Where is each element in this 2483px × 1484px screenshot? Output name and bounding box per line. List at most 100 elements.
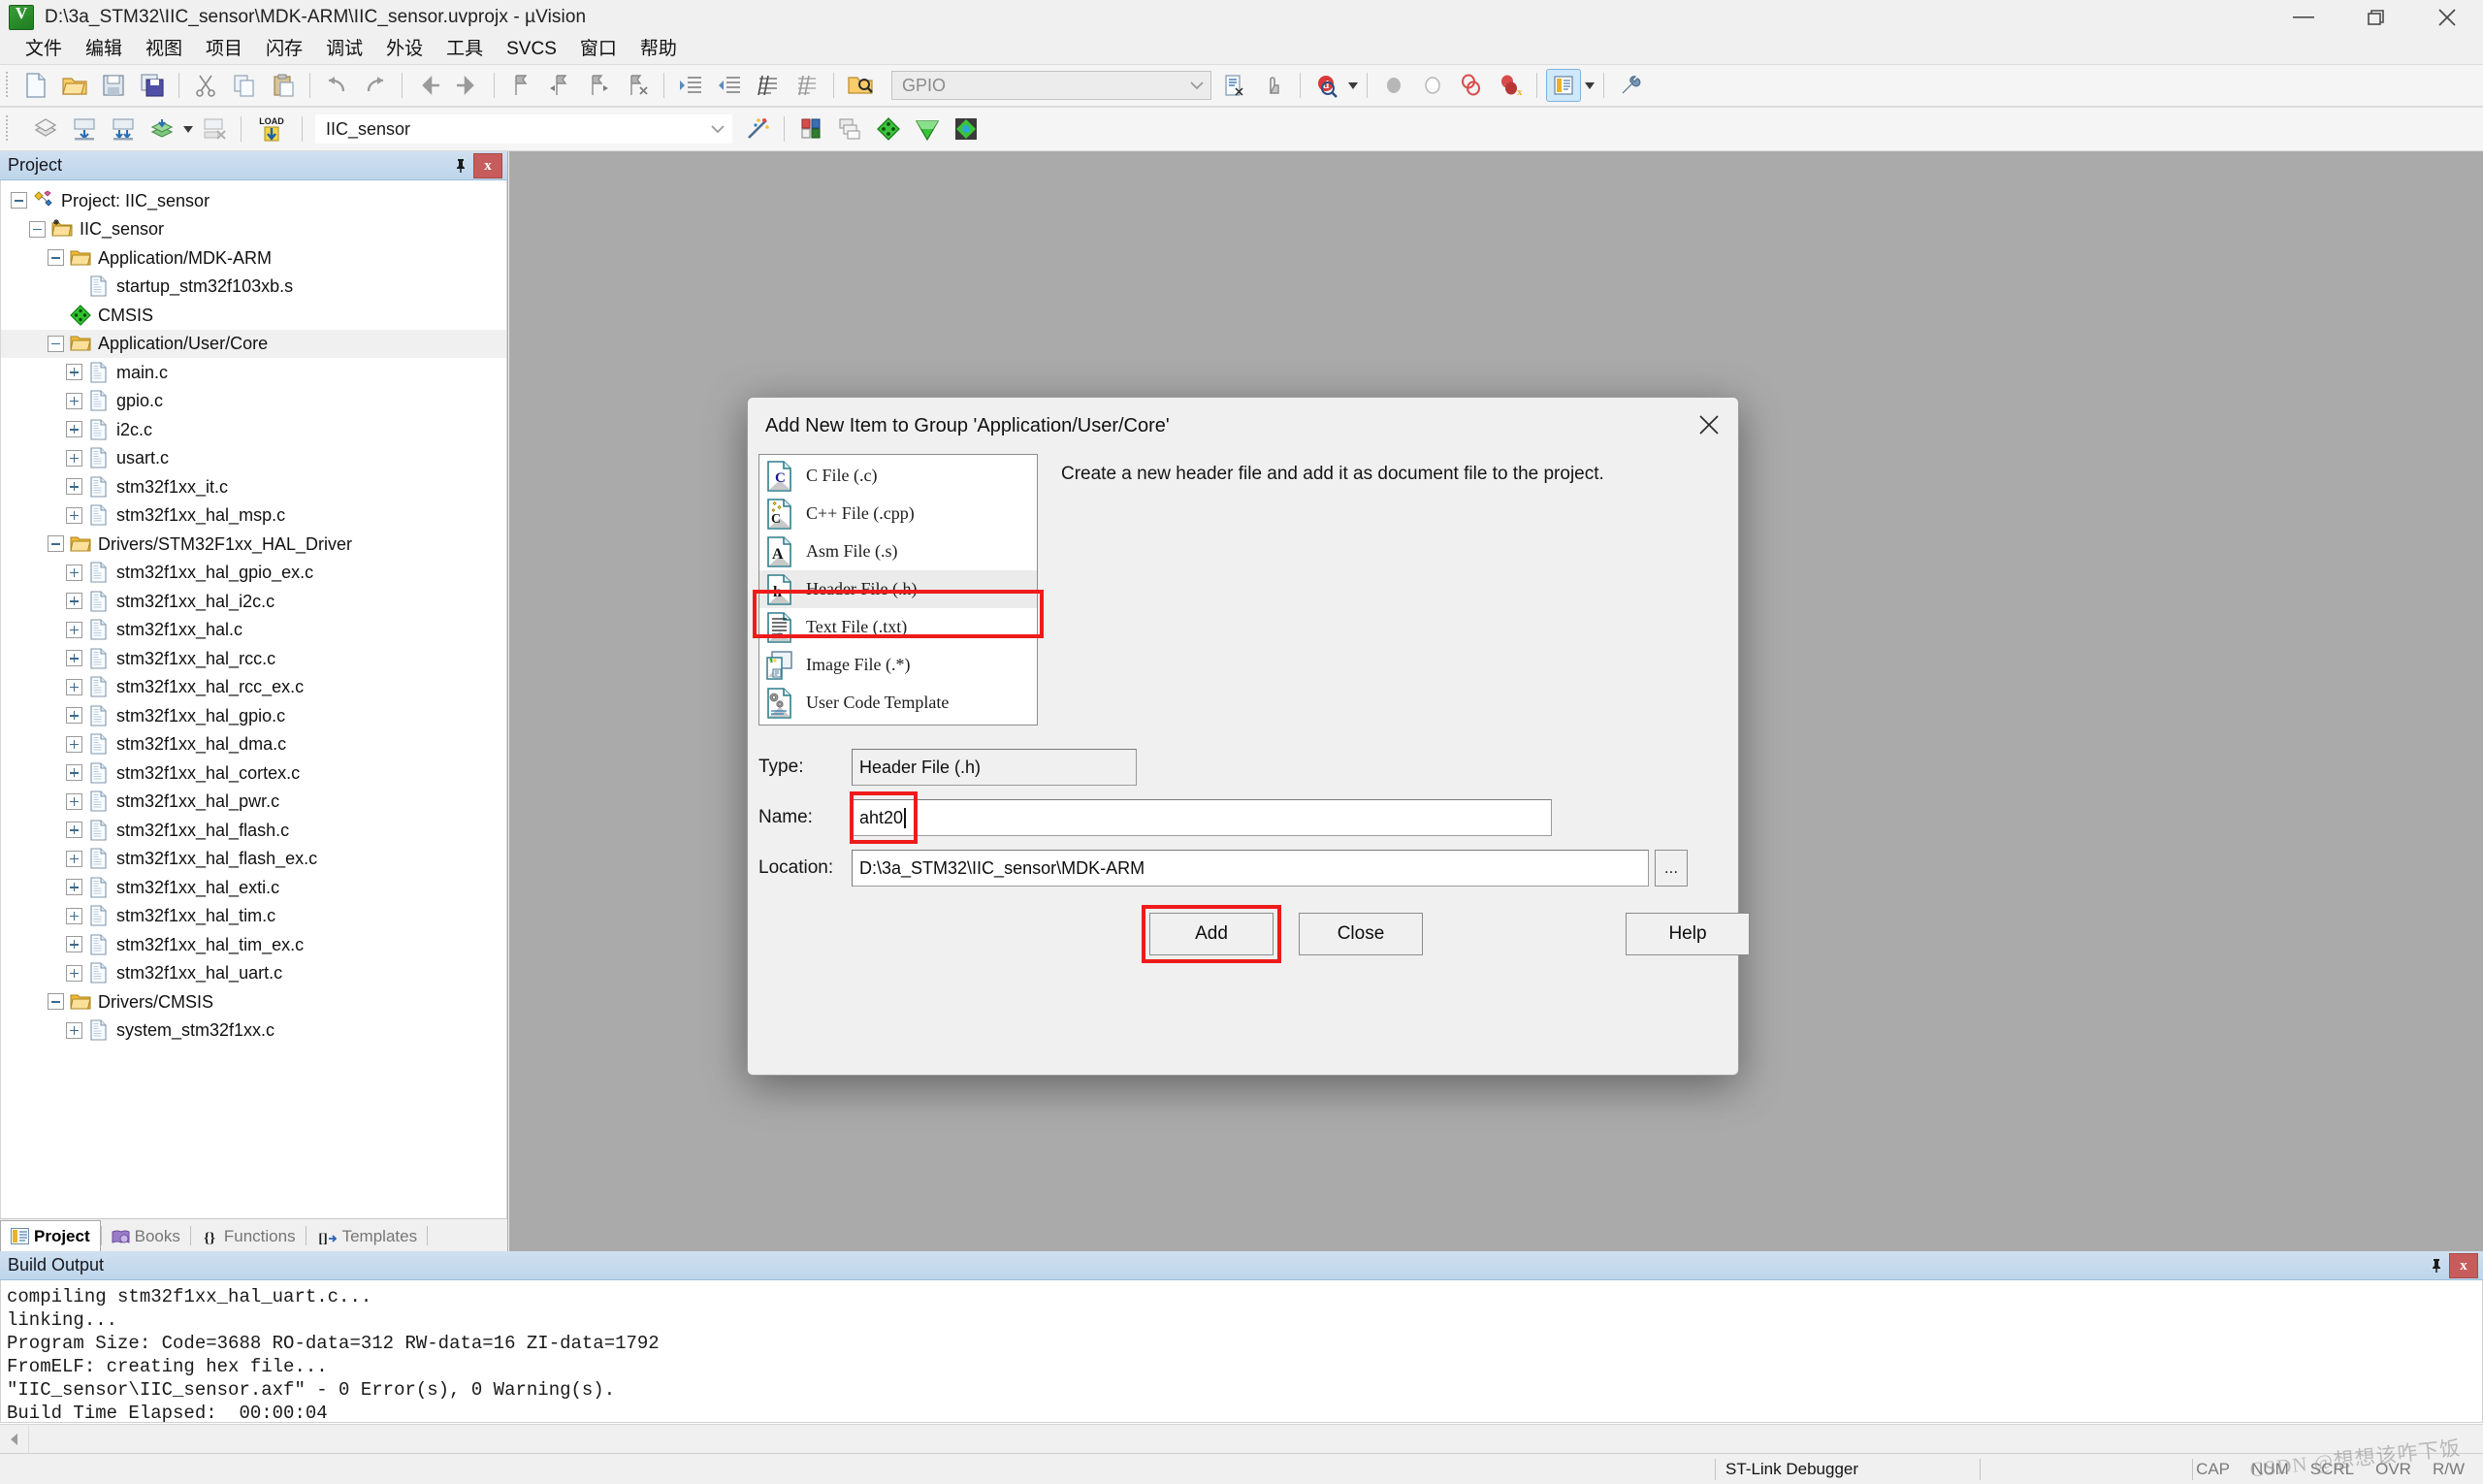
- tree-item[interactable]: IIC_sensor: [1, 215, 506, 244]
- software-packs-icon[interactable]: [949, 113, 984, 145]
- menu-peripherals[interactable]: 外设: [374, 36, 435, 63]
- menu-svcs[interactable]: SVCS: [495, 36, 568, 63]
- collapse-minus-icon[interactable]: [11, 192, 27, 209]
- tree-item[interactable]: Project: IIC_sensor: [1, 186, 506, 215]
- browse-symbols-icon[interactable]: [1217, 69, 1252, 102]
- tab-templates[interactable]: [] Templates: [306, 1222, 427, 1251]
- tree-item[interactable]: CMSIS: [1, 301, 506, 330]
- project-window-icon[interactable]: [1546, 69, 1581, 102]
- expand-plus-icon[interactable]: [66, 507, 82, 524]
- file-type-list[interactable]: CC File (.c)CC++ File (.cpp)AAsm File (.…: [758, 454, 1038, 726]
- expand-plus-icon[interactable]: [66, 908, 82, 924]
- undo-icon[interactable]: [319, 69, 354, 102]
- navigate-forward-icon[interactable]: [450, 69, 485, 102]
- scroll-left-arrow-icon[interactable]: [0, 1426, 29, 1453]
- translate-icon[interactable]: [28, 113, 63, 145]
- manage-run-time-env-icon[interactable]: [910, 113, 945, 145]
- minimize-icon[interactable]: [2268, 0, 2339, 35]
- tree-item[interactable]: startup_stm32f103xb.s: [1, 273, 506, 302]
- tree-item[interactable]: usart.c: [1, 444, 506, 473]
- tree-item[interactable]: Drivers/CMSIS: [1, 987, 506, 1016]
- menu-debug[interactable]: 调试: [314, 36, 374, 63]
- expand-plus-icon[interactable]: [66, 478, 82, 495]
- expand-plus-icon[interactable]: [66, 851, 82, 867]
- batch-build-dropdown-icon[interactable]: [181, 113, 195, 145]
- toolbar-grip[interactable]: [4, 72, 12, 99]
- tree-item[interactable]: Drivers/STM32F1xx_HAL_Driver: [1, 530, 506, 559]
- tree-item[interactable]: i2c.c: [1, 415, 506, 444]
- tree-item[interactable]: stm32f1xx_hal_dma.c: [1, 730, 506, 759]
- name-input[interactable]: aht20: [852, 799, 1552, 836]
- expand-plus-icon[interactable]: [66, 393, 82, 409]
- expand-plus-icon[interactable]: [66, 736, 82, 753]
- bookmark-toggle-icon[interactable]: [503, 69, 538, 102]
- tree-item[interactable]: stm32f1xx_hal.c: [1, 616, 506, 645]
- comment-icon[interactable]: [751, 69, 786, 102]
- restore-icon[interactable]: [2339, 0, 2411, 35]
- build-icon[interactable]: [67, 113, 102, 145]
- location-input[interactable]: D:\3a_STM32\IIC_sensor\MDK-ARM: [852, 850, 1649, 887]
- close-icon[interactable]: x: [473, 153, 502, 178]
- expand-plus-icon[interactable]: [66, 1022, 82, 1039]
- tree-item[interactable]: stm32f1xx_hal_msp.c: [1, 501, 506, 531]
- disable-all-breakpoints-icon[interactable]: x: [1493, 69, 1528, 102]
- tree-item[interactable]: system_stm32f1xx.c: [1, 1016, 506, 1046]
- tree-item[interactable]: stm32f1xx_hal_gpio_ex.c: [1, 559, 506, 588]
- file-type-item[interactable]: Image File (.*): [759, 646, 1037, 684]
- cut-icon[interactable]: [188, 69, 223, 102]
- tree-item[interactable]: Application/MDK-ARM: [1, 243, 506, 273]
- menu-window[interactable]: 窗口: [568, 36, 629, 63]
- expand-plus-icon[interactable]: [66, 822, 82, 838]
- file-type-item[interactable]: Text File (.txt): [759, 608, 1037, 646]
- paste-icon[interactable]: [266, 69, 301, 102]
- expand-plus-icon[interactable]: [66, 421, 82, 437]
- new-file-icon[interactable]: [18, 69, 53, 102]
- collapse-minus-icon[interactable]: [48, 336, 64, 352]
- expand-plus-icon[interactable]: [66, 622, 82, 638]
- help-button[interactable]: Help: [1626, 913, 1750, 955]
- build-output-text[interactable]: compiling stm32f1xx_hal_uart.c...linking…: [0, 1280, 2483, 1423]
- pack-installer-icon[interactable]: [871, 113, 906, 145]
- open-file-icon[interactable]: [57, 69, 92, 102]
- tree-item[interactable]: stm32f1xx_hal_rcc.c: [1, 644, 506, 673]
- tree-item[interactable]: stm32f1xx_hal_tim.c: [1, 902, 506, 931]
- menu-tools[interactable]: 工具: [435, 36, 495, 63]
- expand-plus-icon[interactable]: [66, 707, 82, 724]
- expand-plus-icon[interactable]: [66, 650, 82, 666]
- indent-icon[interactable]: [673, 69, 708, 102]
- menu-file[interactable]: 文件: [14, 36, 74, 63]
- expand-plus-icon[interactable]: [66, 364, 82, 380]
- close-icon[interactable]: [1686, 403, 1732, 446]
- menu-edit[interactable]: 编辑: [74, 36, 134, 63]
- rebuild-icon[interactable]: [106, 113, 141, 145]
- kill-all-breakpoints-icon[interactable]: [1454, 69, 1489, 102]
- tree-item[interactable]: stm32f1xx_hal_gpio.c: [1, 701, 506, 730]
- tree-item[interactable]: Application/User/Core: [1, 330, 506, 359]
- save-icon[interactable]: [96, 69, 131, 102]
- expand-plus-icon[interactable]: [66, 593, 82, 609]
- file-type-item[interactable]: CC++ File (.cpp): [759, 495, 1037, 532]
- tab-functions[interactable]: {} Functions: [191, 1222, 306, 1251]
- tree-item[interactable]: stm32f1xx_hal_flash.c: [1, 816, 506, 845]
- close-button[interactable]: Close: [1299, 913, 1423, 955]
- expand-plus-icon[interactable]: [66, 879, 82, 895]
- stop-build-icon[interactable]: [197, 113, 232, 145]
- tree-item[interactable]: stm32f1xx_hal_cortex.c: [1, 758, 506, 788]
- bookmark-next-icon[interactable]: [581, 69, 616, 102]
- tree-item[interactable]: stm32f1xx_hal_flash_ex.c: [1, 845, 506, 874]
- uncomment-icon[interactable]: [790, 69, 824, 102]
- tree-item[interactable]: stm32f1xx_hal_i2c.c: [1, 587, 506, 616]
- expand-plus-icon[interactable]: [66, 565, 82, 581]
- expand-plus-icon[interactable]: [66, 450, 82, 467]
- collapse-minus-icon[interactable]: [48, 249, 64, 266]
- collapse-minus-icon[interactable]: [48, 535, 64, 552]
- tab-project[interactable]: Project: [0, 1220, 101, 1251]
- redo-icon[interactable]: [358, 69, 393, 102]
- expand-plus-icon[interactable]: [66, 679, 82, 695]
- target-options-magic-wand-icon[interactable]: [740, 113, 775, 145]
- tree-item[interactable]: stm32f1xx_hal_pwr.c: [1, 788, 506, 817]
- debug-dropdown-icon[interactable]: [1346, 69, 1360, 102]
- tree-item[interactable]: main.c: [1, 358, 506, 387]
- pin-icon[interactable]: [448, 153, 473, 178]
- tree-item[interactable]: gpio.c: [1, 387, 506, 416]
